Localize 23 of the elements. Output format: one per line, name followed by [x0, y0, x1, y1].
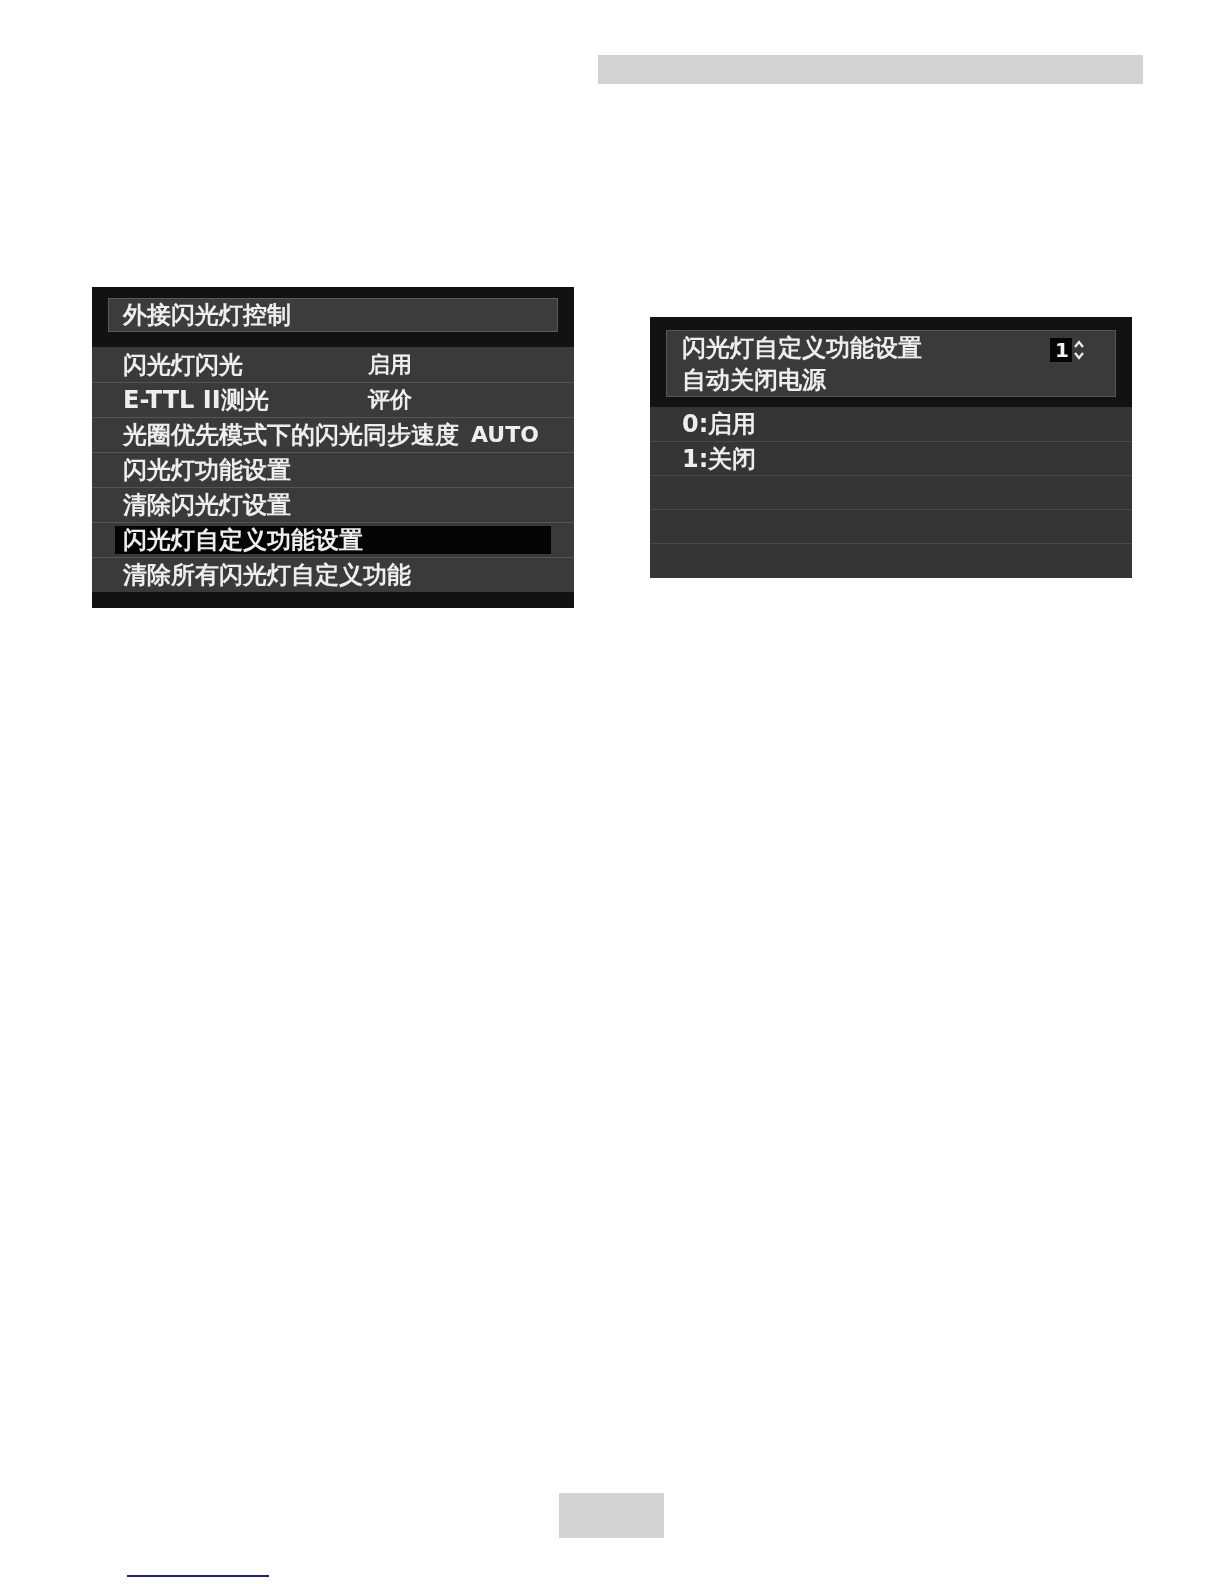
function-group-title: 闪光灯自定义功能设置 [682, 333, 922, 364]
menu-option[interactable]: 1:关闭 [682, 443, 757, 474]
menu-item-value: 启用 [368, 350, 412, 379]
menu-item-label: 光圈优先模式下的闪光同步速度 [123, 421, 459, 449]
number-field[interactable]: 1 [1050, 338, 1072, 362]
menu-item-value: 评价 [368, 386, 412, 414]
menu-item[interactable]: 闪光灯闪光 启用 [115, 350, 551, 379]
menu-item-label: 闪光灯闪光 [123, 350, 244, 379]
menu-item[interactable]: 光圈优先模式下的闪光同步速度 AUTO [115, 421, 551, 449]
menu-item[interactable]: 闪光灯自定义功能设置 [115, 526, 551, 554]
menu-option[interactable]: 0:启用 [682, 409, 757, 439]
menu-item-label: 清除所有闪光灯自定义功能 [123, 561, 411, 589]
menu-item[interactable]: 闪光灯功能设置 [115, 456, 551, 484]
menu-item-label: 清除闪光灯设置 [123, 491, 292, 519]
menu-item-label: 闪光灯自定义功能设置 [123, 526, 363, 554]
menu-item-value: AUTO [471, 421, 539, 449]
menu-item[interactable]: 清除闪光灯设置 [115, 491, 551, 519]
menu-title: 外接闪光灯控制 [123, 300, 291, 330]
menu-item-label: E-TTL II测光 [123, 386, 270, 414]
menu-item[interactable]: E-TTL II测光 评价 [115, 386, 551, 414]
menu-item-label: 闪光灯功能设置 [123, 456, 292, 484]
menu-item[interactable]: 清除所有闪光灯自定义功能 [115, 561, 551, 589]
function-name: 自动关闭电源 [682, 365, 827, 396]
